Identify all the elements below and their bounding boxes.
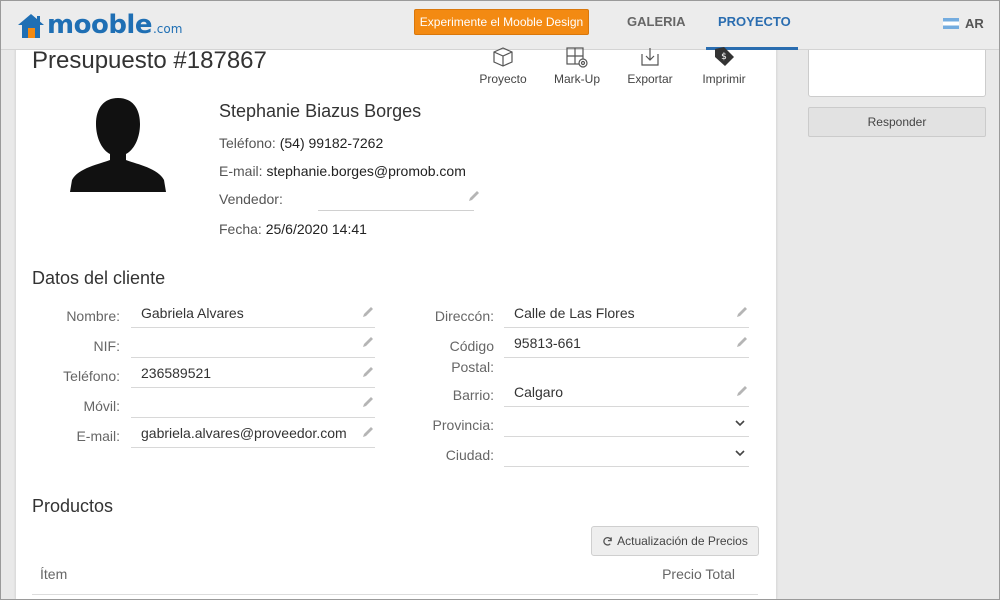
contact-phone: (54) 99182-7262 [279,135,384,151]
table-header-divider [32,594,758,595]
edit-nif-pencil-icon[interactable] [361,335,375,349]
client-name-value[interactable]: Gabriela Alvares [141,305,244,321]
client-district-value[interactable]: Calgaro [514,384,563,400]
tool-proyecto-label: Proyecto [479,72,527,86]
reply-button[interactable]: Responder [808,107,986,137]
client-district-label: Barrio: [452,387,494,403]
contact-phone-label: Teléfono: [219,135,276,151]
edit-email-pencil-icon[interactable] [361,425,375,439]
edit-mobile-pencil-icon[interactable] [361,395,375,409]
client-phone-underline [131,387,375,388]
province-select-underline [504,436,749,437]
client-postal-underline [504,357,749,358]
logo-text: mooble [47,10,152,40]
tool-exportar-label: Exportar [627,72,673,86]
client-district-underline [504,406,749,407]
edit-address-pencil-icon[interactable] [735,305,749,319]
export-icon [641,48,659,66]
client-mobile-underline [131,417,375,418]
edit-seller-pencil-icon[interactable] [467,189,481,203]
refresh-icon [603,536,612,546]
client-phone-value[interactable]: 236589521 [141,365,211,381]
tool-imprimir-label: Imprimir [702,72,746,86]
client-email-value[interactable]: gabriela.alvares@proveedor.com [141,425,347,441]
print-tag-icon: $ [715,47,734,66]
contact-email-row: E-mail: stephanie.borges@promob.com [219,163,466,179]
client-address-value[interactable]: Calle de Las Flores [514,305,635,321]
reply-textarea[interactable] [808,44,986,97]
client-name-underline [131,327,375,328]
client-mobile-label: Móvil: [83,398,120,414]
client-nif-label: NIF: [93,338,120,354]
language-selector[interactable]: AR [943,16,984,31]
contact-avatar-icon [70,98,166,192]
markup-icon [566,47,588,68]
tool-imprimir[interactable]: $ Imprimir [698,44,750,86]
contact-date: 25/6/2020 14:41 [265,221,367,237]
contact-date-row: Fecha: 25/6/2020 14:41 [219,221,367,237]
edit-postal-pencil-icon[interactable] [735,335,749,349]
contact-phone-row: Teléfono: (54) 99182-7262 [219,135,383,151]
page-title: Presupuesto #187867 [32,47,267,74]
contact-seller-label: Vendedor: [219,191,283,207]
client-phone-label: Teléfono: [63,368,120,384]
top-bar: mooble .com Experimente el Mooble Design… [0,0,1000,50]
house-logo-icon [18,14,44,38]
client-postal-value[interactable]: 95813-661 [514,335,581,351]
client-postal-label-line2: Postal: [451,359,494,375]
contact-email-label: E-mail: [219,163,263,179]
city-select-underline [504,466,749,467]
refresh-prices-button[interactable]: Actualización de Precios [591,526,759,556]
client-nif-underline [131,357,375,358]
tool-markup-label: Mark-Up [553,72,600,86]
contact-name: Stephanie Biazus Borges [219,101,422,121]
client-address-underline [504,327,749,328]
tool-markup[interactable]: Mark-Up [552,44,602,86]
contact-email: stephanie.borges@promob.com [266,163,466,179]
client-postal-label: Código [449,338,494,354]
client-email-label: E-mail: [76,428,120,444]
edit-phone-pencil-icon[interactable] [361,365,375,379]
edit-district-pencil-icon[interactable] [735,384,749,398]
tool-exportar[interactable]: Exportar [625,44,675,86]
client-city-label: Ciudad: [445,447,494,463]
language-code: AR [965,16,984,31]
logo[interactable]: mooble .com [16,6,182,40]
contact-seller-row: Vendedor: [219,191,283,207]
argentina-flag-icon [943,18,959,29]
refresh-prices-label: Actualización de Precios [617,534,748,548]
products-section-title: Productos [32,496,114,516]
tool-proyecto[interactable]: Proyecto [478,44,528,86]
nav-proyecto[interactable]: PROYECTO [718,14,791,29]
svg-text:$: $ [721,52,727,62]
column-header-total: Precio Total [662,566,735,582]
edit-name-pencil-icon[interactable] [361,305,375,319]
logo-suffix: .com [152,22,183,36]
client-name-label: Nombre: [66,308,120,324]
city-chevron-down-icon[interactable] [734,447,746,459]
project-icon [493,47,513,67]
seller-field-underline [318,210,474,211]
province-chevron-down-icon[interactable] [734,417,746,429]
client-section-title: Datos del cliente [32,268,166,288]
mooble-design-button[interactable]: Experimente el Mooble Design [414,9,589,35]
client-address-label: Direccón: [434,308,494,324]
column-header-item: Ítem [40,566,68,582]
contact-date-label: Fecha: [219,221,262,237]
nav-galeria[interactable]: GALERIA [627,14,686,29]
client-email-underline [131,447,375,448]
client-province-label: Provincia: [432,417,494,433]
